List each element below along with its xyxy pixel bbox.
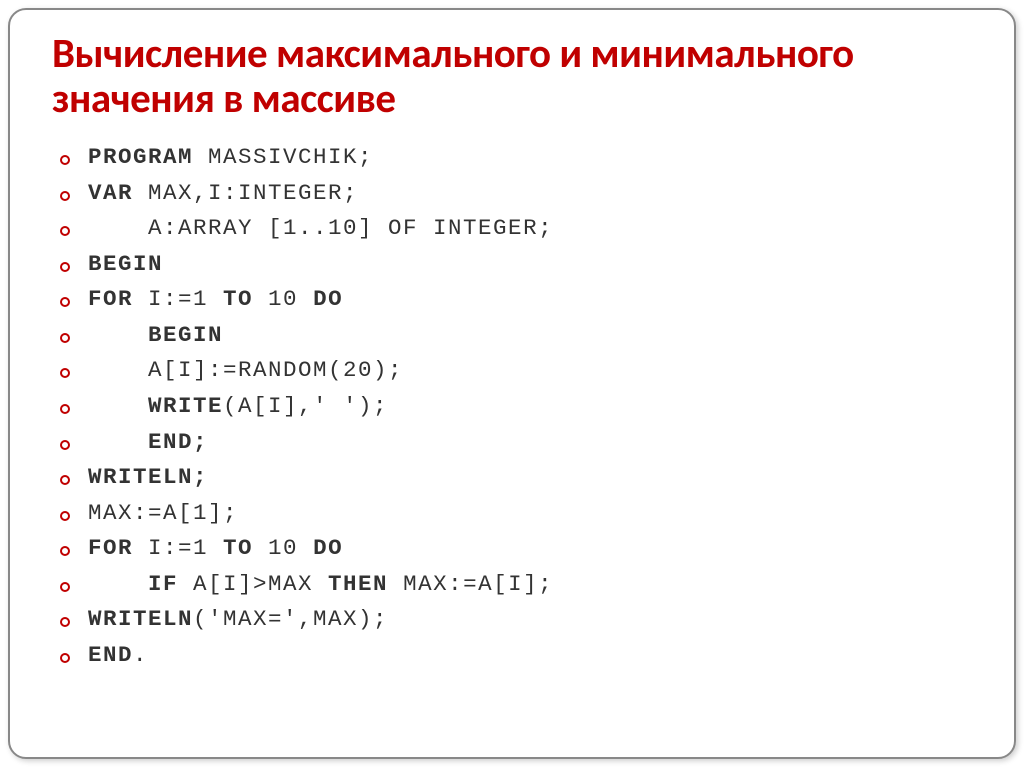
code-line: begin (60, 318, 976, 354)
code-line: a[i]:=random(20); (60, 353, 976, 389)
bullet-icon (60, 262, 70, 272)
bullet-icon (60, 511, 70, 521)
code-text: for i:=1 to 10 do (88, 531, 343, 567)
code-line: write(a[i],' '); (60, 389, 976, 425)
code-text: writeln; (88, 460, 208, 496)
code-list: Program massivchik;var max,i:integer; a:… (52, 140, 976, 673)
code-text: a[i]:=random(20); (88, 353, 403, 389)
bullet-icon (60, 475, 70, 485)
code-line: a:array [1..10] of integer; (60, 211, 976, 247)
code-text: max:=a[1]; (88, 496, 238, 532)
code-text: BEGIN (88, 247, 163, 283)
bullet-icon (60, 333, 70, 343)
bullet-icon (60, 191, 70, 201)
code-text: if a[i]>max then max:=a[i]; (88, 567, 553, 603)
slide-title: Вычисление максимального и минимального … (52, 32, 976, 122)
bullet-icon (60, 155, 70, 165)
slide-container: Вычисление максимального и минимального … (8, 8, 1016, 759)
code-line: writeln('max=',max); (60, 602, 976, 638)
code-line: for i:=1 to 10 do (60, 531, 976, 567)
bullet-icon (60, 617, 70, 627)
bullet-icon (60, 368, 70, 378)
code-text: for i:=1 to 10 do (88, 282, 343, 318)
code-text: begin (88, 318, 223, 354)
code-line: if a[i]>max then max:=a[i]; (60, 567, 976, 603)
code-line: end; (60, 425, 976, 461)
code-line: var max,i:integer; (60, 176, 976, 212)
code-line: END. (60, 638, 976, 674)
bullet-icon (60, 226, 70, 236)
code-line: BEGIN (60, 247, 976, 283)
bullet-icon (60, 582, 70, 592)
code-text: end; (88, 425, 208, 461)
code-text: a:array [1..10] of integer; (88, 211, 553, 247)
code-line: Program massivchik; (60, 140, 976, 176)
code-line: max:=a[1]; (60, 496, 976, 532)
code-line: writeln; (60, 460, 976, 496)
code-text: Program massivchik; (88, 140, 373, 176)
bullet-icon (60, 440, 70, 450)
code-line: for i:=1 to 10 do (60, 282, 976, 318)
bullet-icon (60, 404, 70, 414)
code-text: write(a[i],' '); (88, 389, 388, 425)
code-text: var max,i:integer; (88, 176, 358, 212)
bullet-icon (60, 546, 70, 556)
bullet-icon (60, 297, 70, 307)
code-text: writeln('max=',max); (88, 602, 388, 638)
code-text: END. (88, 638, 148, 674)
bullet-icon (60, 653, 70, 663)
